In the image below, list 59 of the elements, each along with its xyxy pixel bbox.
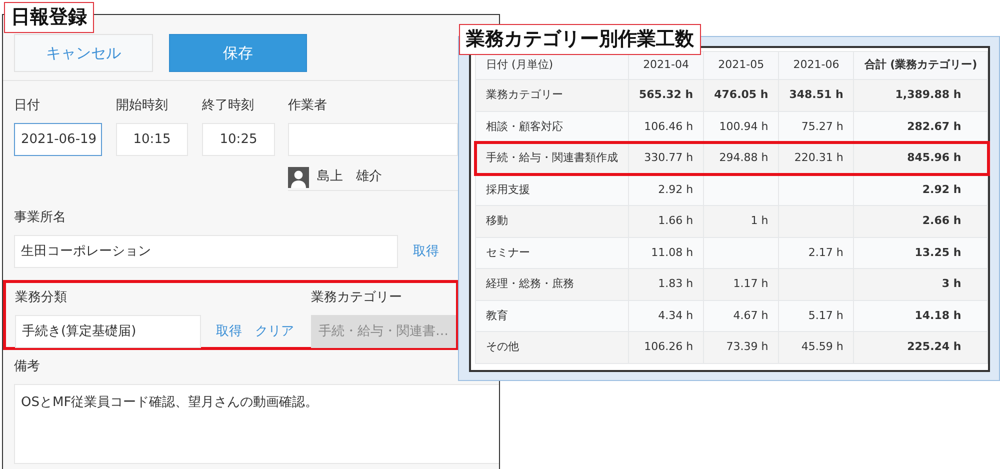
worker-field[interactable] xyxy=(288,123,458,156)
table-cell: 845.96 h xyxy=(854,142,988,174)
table-cell: 1.83 h xyxy=(628,268,704,300)
column-header: 2021-05 xyxy=(704,52,779,80)
field-label: 業務カテゴリー xyxy=(311,289,402,307)
table-cell: 106.26 h xyxy=(628,332,704,363)
table-cell: 4.67 h xyxy=(704,300,779,332)
table-cell: 330.77 h xyxy=(628,142,704,174)
table-cell: 教育 xyxy=(476,300,628,332)
table-cell: 348.51 h xyxy=(778,80,854,111)
task-type-field[interactable]: 手続き(算定基礎届) xyxy=(15,315,201,348)
date-field[interactable]: 2021-06-19 xyxy=(14,123,102,156)
table-cell: 1.66 h xyxy=(628,206,704,237)
user-name: 島上 雄介 xyxy=(317,168,382,186)
field-label: 事業所名 xyxy=(14,209,66,227)
table-cell: 14.18 h xyxy=(854,300,988,332)
table-cell: 565.32 h xyxy=(628,80,704,111)
table-cell: 3 h xyxy=(854,268,988,300)
table-cell: 1 h xyxy=(704,206,779,237)
table-cell: 220.31 h xyxy=(778,142,854,174)
table-cell: 2.92 h xyxy=(854,174,988,206)
callout-title: 業務カテゴリー別作業工数 xyxy=(459,24,701,55)
table-cell: 2.92 h xyxy=(628,174,704,206)
time-field[interactable]: 10:15 xyxy=(116,123,188,156)
table-cell: 業務カテゴリー xyxy=(476,80,628,111)
field-label: 日付 xyxy=(14,97,40,115)
table-cell: その他 xyxy=(476,332,628,363)
table-cell: 採用支援 xyxy=(476,174,628,206)
column-header: 2021-06 xyxy=(778,52,854,80)
table-cell: 2.66 h xyxy=(854,206,988,237)
column-header: 合計 (業務カテゴリー) xyxy=(854,52,988,80)
table-cell: セミナー xyxy=(476,237,628,268)
table-cell: 移動 xyxy=(476,206,628,237)
table-cell: 5.17 h xyxy=(778,300,854,332)
field-label: 開始時刻 xyxy=(116,97,168,115)
table-cell: 1.17 h xyxy=(704,268,779,300)
table-cell: 相談・顧客対応 xyxy=(476,111,628,142)
table-cell: 1,389.88 h xyxy=(854,80,988,111)
table-cell: 13.25 h xyxy=(854,237,988,268)
user-icon xyxy=(288,166,309,188)
callout-title: 日報登録 xyxy=(4,2,94,33)
office-field[interactable]: 生田コーポレーション xyxy=(14,235,398,268)
field-label: 作業者 xyxy=(288,97,327,115)
table-cell: 経理・総務・庶務 xyxy=(476,268,628,300)
table-cell: 282.67 h xyxy=(854,111,988,142)
table-cell: 4.34 h xyxy=(628,300,704,332)
field-label: 終了時刻 xyxy=(202,97,254,115)
table-cell: 225.24 h xyxy=(854,332,988,363)
field-label: 備考 xyxy=(14,358,40,376)
table-cell: 2.17 h xyxy=(778,237,854,268)
time-field[interactable]: 10:25 xyxy=(202,123,275,156)
table-cell: 294.88 h xyxy=(704,142,779,174)
table-cell: 11.08 h xyxy=(628,237,704,268)
field-label: 業務分類 xyxy=(15,289,67,307)
table-cell: 手続・給与・関連書類作成 xyxy=(476,142,628,174)
table-cell: 45.59 h xyxy=(778,332,854,363)
notes-field[interactable]: OSとMF従業員コード確認、望月さんの動画確認。 xyxy=(14,384,499,464)
table-cell: 73.39 h xyxy=(704,332,779,363)
table-cell: 476.05 h xyxy=(704,80,779,111)
